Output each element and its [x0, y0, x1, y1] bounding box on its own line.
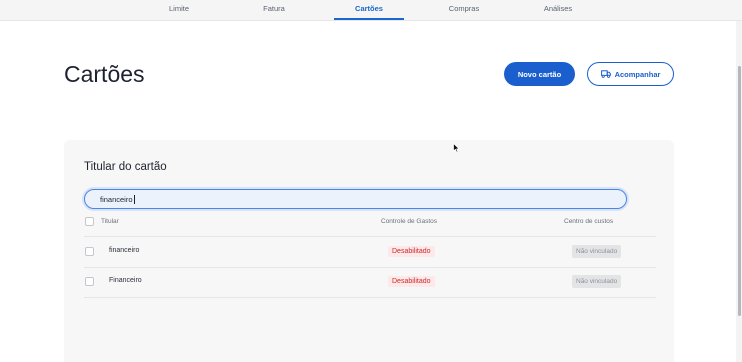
row-divider: [84, 267, 656, 268]
spend-control-status-badge: Desabilitado: [388, 276, 435, 287]
page-title: Cartões: [64, 61, 145, 87]
tab-analises[interactable]: Análises: [544, 4, 572, 13]
tab-fatura[interactable]: Fatura: [263, 4, 285, 13]
cost-center-status-badge: Não vinculado: [572, 245, 622, 258]
panel-title: Titular do cartão: [84, 161, 167, 173]
new-card-button-label: Novo cartão: [517, 69, 562, 79]
column-header-cost-center[interactable]: Centro de custos: [564, 218, 613, 225]
tab-limite[interactable]: Limite: [169, 4, 189, 13]
new-card-button[interactable]: Novo cartão: [504, 62, 575, 86]
truck-icon: [600, 70, 611, 78]
column-header-spend-control[interactable]: Controle de Gastos: [381, 218, 437, 225]
table-header-divider: [84, 236, 656, 237]
holder-name: Financeiro: [109, 277, 142, 284]
holder-name: financeiro: [109, 247, 140, 254]
cost-center-status-badge: Não vinculado: [572, 275, 622, 288]
top-tab-bar: Limite Fatura Cartões Compras Análises: [0, 0, 742, 21]
track-button-label: Acompanhar: [614, 69, 661, 79]
mouse-cursor-icon: [453, 140, 460, 158]
holder-search-input[interactable]: financeiro: [84, 189, 627, 209]
search-input-value: financeiro: [100, 194, 133, 204]
tab-cartoes[interactable]: Cartões: [355, 4, 383, 13]
row-checkbox[interactable]: [85, 277, 94, 286]
text-caret: [133, 194, 135, 204]
track-button[interactable]: Acompanhar: [587, 62, 674, 86]
spend-control-status-badge: Desabilitado: [388, 246, 435, 257]
tab-compras[interactable]: Compras: [449, 4, 479, 13]
active-tab-indicator: [334, 18, 404, 20]
page-scrollbar-thumb[interactable]: [738, 66, 741, 316]
card-holder-panel: Titular do cartão financeiro Titular Con…: [64, 140, 674, 362]
row-checkbox[interactable]: [85, 247, 94, 256]
column-header-holder[interactable]: Titular: [101, 218, 119, 225]
row-divider: [84, 297, 656, 298]
select-all-checkbox[interactable]: [85, 217, 94, 226]
